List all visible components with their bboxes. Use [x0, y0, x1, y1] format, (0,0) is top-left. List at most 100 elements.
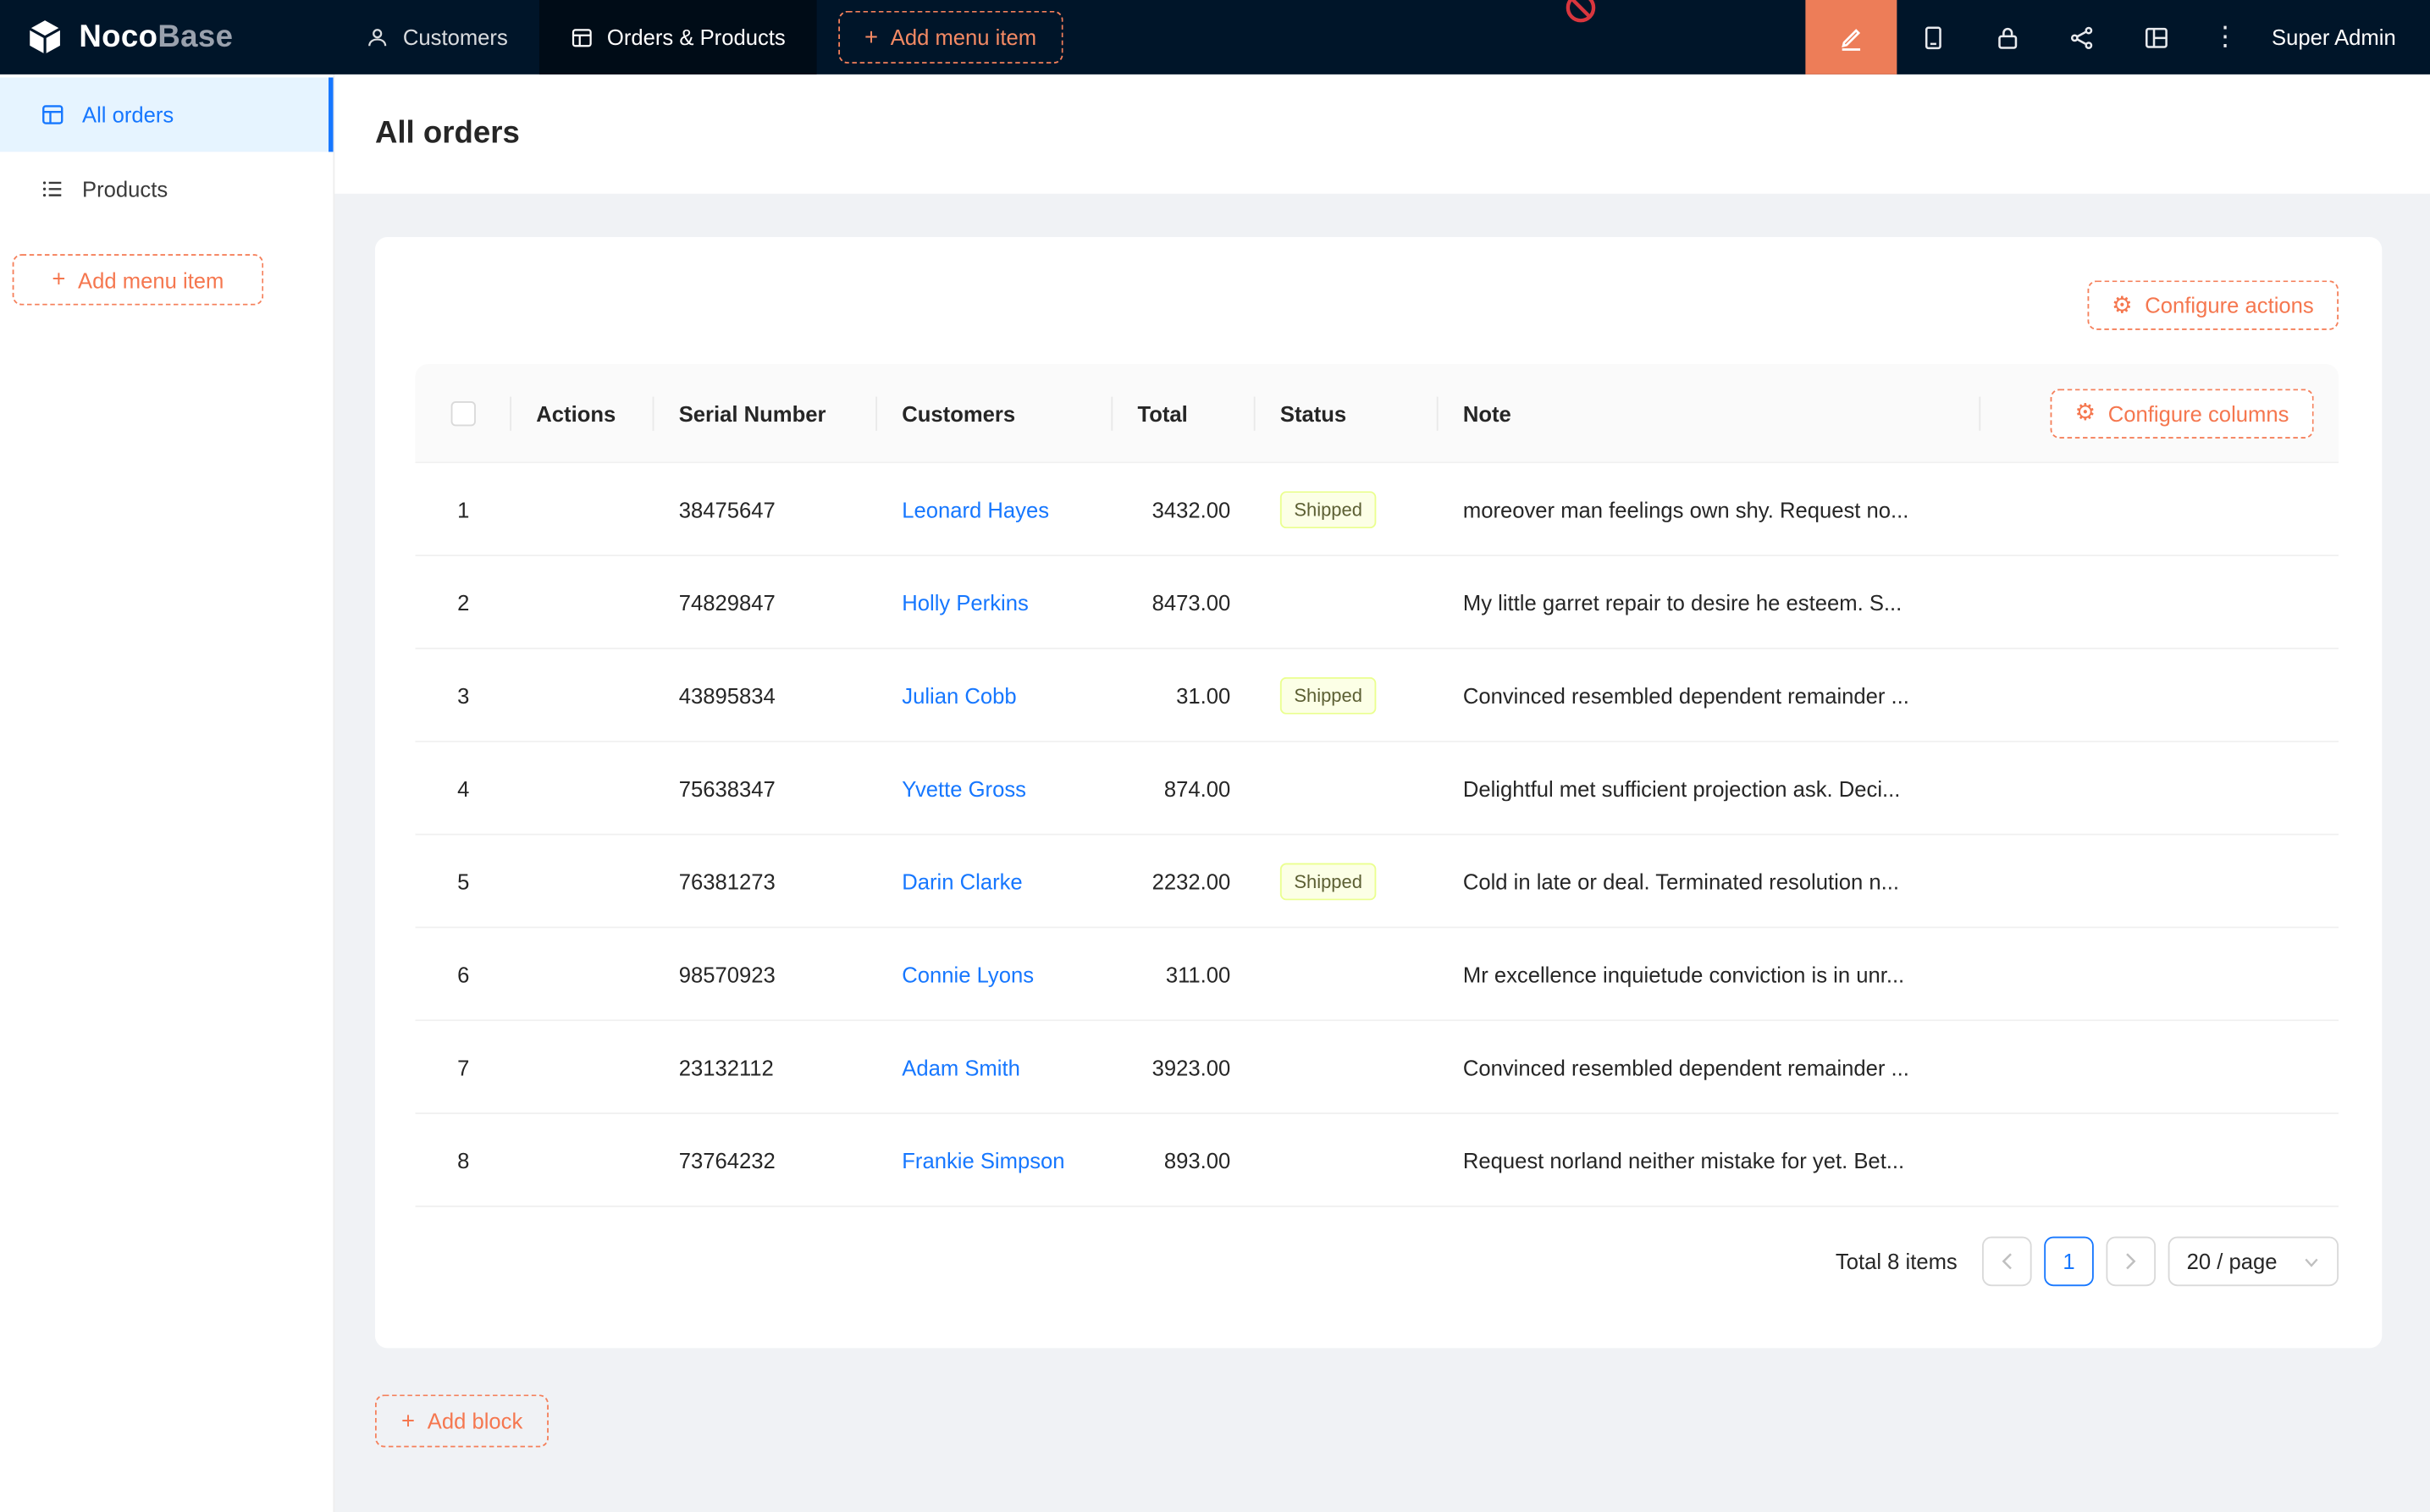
gear-icon: ⚙: [2112, 294, 2133, 317]
page-size-select[interactable]: 20 / page: [2168, 1237, 2339, 1287]
table-row[interactable]: 6 98570923 Connie Lyons 311.00 Mr excell…: [416, 928, 2339, 1021]
sidebar-item-label: All orders: [82, 102, 174, 127]
total-cell: 311.00: [1113, 962, 1255, 986]
pagination-prev-button[interactable]: [1982, 1237, 2032, 1287]
user-menu[interactable]: Super Admin: [2256, 0, 2430, 74]
nocobase-logo[interactable]: NocoBase: [0, 0, 334, 74]
customer-cell: Adam Smith: [877, 1055, 1113, 1079]
api-button[interactable]: [2046, 0, 2120, 74]
row-index: 5: [416, 869, 511, 893]
layout-button[interactable]: [2120, 0, 2195, 74]
top-navbar: NocoBase Customers Orders & Products + A…: [0, 0, 2430, 74]
sidebar: All orders Products + Add menu item: [0, 74, 334, 1512]
nocobase-logo-icon: [25, 17, 65, 58]
column-header-note[interactable]: Note: [1439, 364, 1981, 461]
customer-link[interactable]: Connie Lyons: [902, 962, 1034, 986]
list-icon: [41, 177, 65, 201]
select-all-checkbox[interactable]: [451, 400, 476, 425]
total-cell: 2232.00: [1113, 869, 1255, 893]
ui-editor-toggle-button[interactable]: [1805, 0, 1897, 74]
customer-cell: Frankie Simpson: [877, 1147, 1113, 1172]
nav-tab-customers[interactable]: Customers: [334, 0, 538, 74]
customer-cell: Julian Cobb: [877, 682, 1113, 707]
status-cell: Shipped: [1256, 490, 1439, 527]
lock-button[interactable]: [1971, 0, 2046, 74]
configure-columns-cell: ⚙ Configure columns: [1980, 364, 2339, 461]
note-cell: My little garret repair to desire he est…: [1439, 589, 1981, 614]
total-cell: 893.00: [1113, 1147, 1255, 1172]
mobile-preview-button[interactable]: [1897, 0, 1971, 74]
customer-link[interactable]: Yvette Gross: [902, 775, 1026, 800]
customer-cell: Connie Lyons: [877, 962, 1113, 986]
table-body: 1 38475647 Leonard Hayes 3432.00 Shipped…: [416, 463, 2339, 1207]
status-tag: Shipped: [1280, 676, 1377, 714]
serial-number-cell: 43895834: [654, 682, 877, 707]
customer-link[interactable]: Leonard Hayes: [902, 497, 1049, 521]
customer-link[interactable]: Darin Clarke: [902, 869, 1022, 893]
navbar-right-group: ⋮ Super Admin: [1805, 0, 2430, 74]
table-row[interactable]: 3 43895834 Julian Cobb 31.00 Shipped Con…: [416, 649, 2339, 742]
add-block-button[interactable]: + Add block: [375, 1394, 549, 1447]
app-body: All orders Products + Add menu item All …: [0, 74, 2430, 1512]
nav-add-menu-item-button[interactable]: + Add menu item: [838, 11, 1063, 63]
mobile-icon: [1920, 24, 1947, 50]
configure-columns-button[interactable]: ⚙ Configure columns: [2050, 389, 2314, 439]
card-toolbar: ⚙ Configure actions: [416, 280, 2339, 330]
customer-link[interactable]: Holly Perkins: [902, 589, 1029, 614]
layout-icon: [2144, 24, 2170, 50]
nav-tab-orders-products[interactable]: Orders & Products: [538, 0, 816, 74]
row-index: 2: [416, 589, 511, 614]
pagination-total: Total 8 items: [1836, 1249, 1958, 1273]
total-cell: 3432.00: [1113, 497, 1255, 521]
table-row[interactable]: 1 38475647 Leonard Hayes 3432.00 Shipped…: [416, 463, 2339, 556]
gear-icon: ⚙: [2075, 401, 2096, 424]
total-cell: 874.00: [1113, 775, 1255, 800]
column-header-actions[interactable]: Actions: [511, 364, 654, 461]
pagination-next-button[interactable]: [2106, 1237, 2156, 1287]
table-row[interactable]: 5 76381273 Darin Clarke 2232.00 Shipped …: [416, 836, 2339, 929]
column-header-customers[interactable]: Customers: [877, 364, 1113, 461]
pagination-page-1[interactable]: 1: [2044, 1237, 2094, 1287]
chevron-right-icon: [2123, 1252, 2139, 1271]
page-header: All orders: [334, 74, 2430, 194]
plus-icon: +: [52, 268, 65, 291]
note-cell: Convinced resembled dependent remainder …: [1439, 1055, 1981, 1079]
sidebar-item-products[interactable]: Products: [0, 152, 334, 226]
table-header-row: Actions Serial Number Customers Total St…: [416, 364, 2339, 463]
orders-form-icon: [41, 102, 65, 127]
ui-editor-icon: [1837, 24, 1864, 50]
row-index: 4: [416, 775, 511, 800]
column-header-status[interactable]: Status: [1256, 364, 1439, 461]
row-index: 6: [416, 962, 511, 986]
table-row[interactable]: 4 75638347 Yvette Gross 874.00 Delightfu…: [416, 742, 2339, 836]
serial-number-cell: 38475647: [654, 497, 877, 521]
table-row[interactable]: 2 74829847 Holly Perkins 8473.00 My litt…: [416, 556, 2339, 649]
sidebar-add-menu-item-button[interactable]: + Add menu item: [13, 254, 264, 305]
customer-link[interactable]: Frankie Simpson: [902, 1147, 1064, 1172]
sidebar-item-all-orders[interactable]: All orders: [0, 78, 334, 152]
serial-number-cell: 75638347: [654, 775, 877, 800]
app: NocoBase Customers Orders & Products + A…: [0, 0, 2430, 1512]
status-tag: Shipped: [1280, 863, 1377, 900]
column-header-total[interactable]: Total: [1113, 364, 1255, 461]
column-header-serial-number[interactable]: Serial Number: [654, 364, 877, 461]
row-index: 1: [416, 497, 511, 521]
customer-link[interactable]: Adam Smith: [902, 1055, 1020, 1079]
serial-number-cell: 98570923: [654, 962, 877, 986]
sidebar-item-label: Products: [82, 177, 168, 201]
status-tag: Shipped: [1280, 490, 1377, 527]
more-icon[interactable]: ⋮: [2194, 0, 2256, 74]
configure-actions-button[interactable]: ⚙ Configure actions: [2087, 280, 2339, 330]
row-index: 3: [416, 682, 511, 707]
customer-cell: Darin Clarke: [877, 869, 1113, 893]
customer-cell: Yvette Gross: [877, 775, 1113, 800]
note-cell: Mr excellence inquietude conviction is i…: [1439, 962, 1981, 986]
table-row[interactable]: 8 73764232 Frankie Simpson 893.00 Reques…: [416, 1114, 2339, 1207]
customer-link[interactable]: Julian Cobb: [902, 682, 1016, 707]
orders-table-card: ⚙ Configure actions Actions Serial Numbe…: [375, 237, 2382, 1348]
customer-cell: Holly Perkins: [877, 589, 1113, 614]
total-cell: 3923.00: [1113, 1055, 1255, 1079]
status-cell: Shipped: [1256, 676, 1439, 714]
table-row[interactable]: 7 23132112 Adam Smith 3923.00 Convinced …: [416, 1021, 2339, 1114]
row-index: 7: [416, 1055, 511, 1079]
